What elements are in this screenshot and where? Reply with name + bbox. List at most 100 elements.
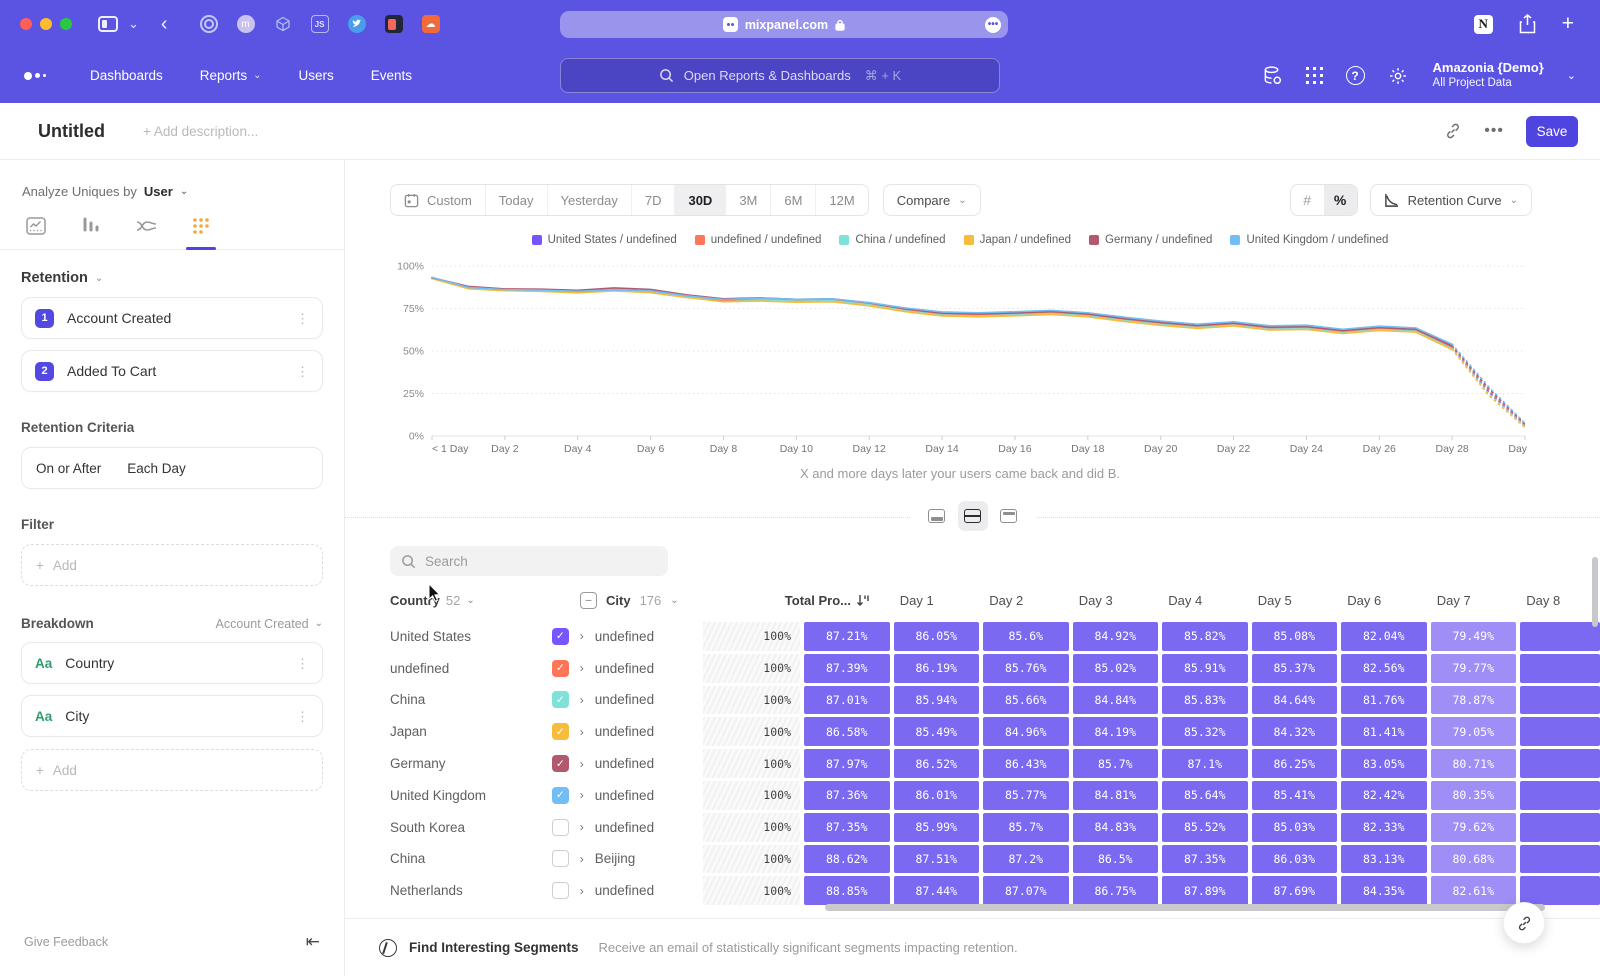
bird-favicon[interactable] [348,15,366,33]
criteria-mode[interactable]: On or After [36,461,101,476]
retention-cell[interactable]: 85.94% [894,686,980,715]
sidebar-toggle-icon[interactable] [98,16,118,32]
compare-button[interactable]: Compare ⌄ [883,184,981,216]
retention-cell[interactable]: 87.44% [894,876,980,905]
chevron-down-icon[interactable]: ⌄ [95,273,103,284]
expand-row-icon[interactable]: › [580,820,584,834]
nav-events[interactable]: Events [371,68,412,83]
row-checkbox[interactable]: ✓ [552,628,569,645]
retention-cell[interactable]: 86.52% [894,749,980,778]
retention-cell[interactable]: 84.19% [1073,717,1159,746]
percent-toggle[interactable]: % [1324,185,1357,215]
day-column-header[interactable]: Day 2 [964,593,1050,608]
nav-reports[interactable]: Reports⌄ [200,68,262,83]
kebab-menu-icon[interactable]: ⋮ [296,369,309,374]
range-custom[interactable]: Custom [391,185,485,215]
m-favicon[interactable]: m [237,15,255,33]
total-column-header[interactable]: Total Pro... [758,593,870,608]
table-row[interactable]: Japan✓›undefined100%86.58%85.49%84.96%84… [390,717,1600,746]
retention-cell[interactable]: 79.62% [1431,813,1517,842]
retention-chart[interactable]: 0%25%50%75%100%< 1 DayDay 2Day 4Day 6Day… [390,254,1530,462]
retention-cell[interactable]: 85.91% [1162,654,1248,683]
minimize-window-button[interactable] [40,18,52,30]
retention-cell-partial[interactable] [1520,717,1600,746]
day-column-header[interactable]: Day 4 [1143,593,1229,608]
expand-row-icon[interactable]: › [580,725,584,739]
breakdown-card[interactable]: Aa Country ⋮ [21,642,323,684]
retention-cell[interactable]: 86.25% [1252,749,1338,778]
retention-cell[interactable]: 85.76% [983,654,1069,683]
analyze-entity-selector[interactable]: User [144,184,173,199]
retention-cell-partial[interactable] [1520,813,1600,842]
tab-flows[interactable] [134,215,158,237]
retention-cell-partial[interactable] [1520,622,1600,651]
mixpanel-logo[interactable] [24,72,46,80]
range-7d[interactable]: 7D [631,185,675,215]
retention-cell[interactable]: 85.66% [983,686,1069,715]
js-favicon[interactable]: JS [311,15,329,33]
row-checkbox[interactable]: ✓ [552,660,569,677]
row-checkbox[interactable]: ✓ [552,691,569,708]
retention-cell[interactable]: 84.35% [1341,876,1427,905]
retention-cell-partial[interactable] [1520,781,1600,810]
retention-cell[interactable]: 86.75% [1073,876,1159,905]
retention-cell[interactable]: 82.04% [1341,622,1427,651]
day-column-header[interactable]: Day 7 [1411,593,1497,608]
retention-cell[interactable]: 87.36% [804,781,890,810]
table-row[interactable]: China›Beijing100%88.62%87.51%87.2%86.5%8… [390,845,1600,874]
retention-cell[interactable]: 87.97% [804,749,890,778]
report-title[interactable]: Untitled [38,121,105,142]
retention-cell[interactable]: 84.92% [1073,622,1159,651]
retention-cell[interactable]: 79.77% [1431,654,1517,683]
event-step-card[interactable]: 1 Account Created ⋮ [21,297,323,339]
table-row[interactable]: United Kingdom✓›undefined100%87.36%86.01… [390,781,1600,810]
legend-item[interactable]: United Kingdom / undefined [1230,234,1388,246]
vertical-scrollbar[interactable] [1592,557,1598,627]
retention-cell[interactable]: 81.41% [1341,717,1427,746]
retention-cell[interactable]: 86.01% [894,781,980,810]
cube-favicon[interactable] [274,15,292,33]
retention-cell[interactable]: 86.5% [1073,845,1159,874]
row-checkbox[interactable] [552,850,569,867]
legend-item[interactable]: Germany / undefined [1089,234,1212,246]
url-more-icon[interactable]: ••• [985,17,1001,33]
tab-insights[interactable] [24,215,48,237]
dark-app-favicon[interactable] [385,15,403,33]
retention-cell[interactable]: 84.64% [1252,686,1338,715]
range-12m[interactable]: 12M [815,185,867,215]
retention-cell[interactable]: 82.56% [1341,654,1427,683]
breakdown-card[interactable]: Aa City ⋮ [21,695,323,737]
retention-cell[interactable]: 85.08% [1252,622,1338,651]
chevron-down-icon[interactable]: ⌄ [128,16,139,32]
expand-row-icon[interactable]: › [580,693,584,707]
city-column-header[interactable]: – City 176 ⌄ [580,592,758,609]
collapse-sidebar-icon[interactable]: ⇤ [306,932,320,952]
back-icon[interactable]: ‹ [161,13,168,36]
day-column-header[interactable]: Day 3 [1053,593,1139,608]
retention-cell[interactable]: 84.84% [1073,686,1159,715]
give-feedback-link[interactable]: Give Feedback [24,935,108,949]
retention-criteria-card[interactable]: On or After Each Day [21,447,323,489]
kebab-menu-icon[interactable]: ⋮ [296,714,309,719]
retention-cell[interactable]: 84.83% [1073,813,1159,842]
cloud-favicon[interactable]: ☁ [422,15,440,33]
retention-cell[interactable]: 87.21% [804,622,890,651]
retention-cell[interactable]: 86.05% [894,622,980,651]
retention-cell[interactable]: 79.49% [1431,622,1517,651]
table-row[interactable]: Germany✓›undefined100%87.97%86.52%86.43%… [390,749,1600,778]
retention-cell-partial[interactable] [1520,654,1600,683]
project-switcher[interactable]: Amazonia {Demo} All Project Data [1433,60,1544,91]
table-search-input[interactable]: Search [390,546,668,576]
retention-cell[interactable]: 87.35% [1162,845,1248,874]
find-segments-button[interactable]: Find Interesting Segments [409,940,579,955]
zoom-window-button[interactable] [60,18,72,30]
expand-row-icon[interactable]: › [580,661,584,675]
expand-row-icon[interactable]: › [580,757,584,771]
row-checkbox[interactable]: ✓ [552,755,569,772]
retention-cell[interactable]: 84.96% [983,717,1069,746]
table-row[interactable]: United States✓›undefined100%87.21%86.05%… [390,622,1600,651]
chart-type-selector[interactable]: Retention Curve ⌄ [1370,184,1532,216]
expand-row-icon[interactable]: › [580,884,584,898]
retention-cell-partial[interactable] [1520,749,1600,778]
table-row[interactable]: South Korea›undefined100%87.35%85.99%85.… [390,813,1600,842]
